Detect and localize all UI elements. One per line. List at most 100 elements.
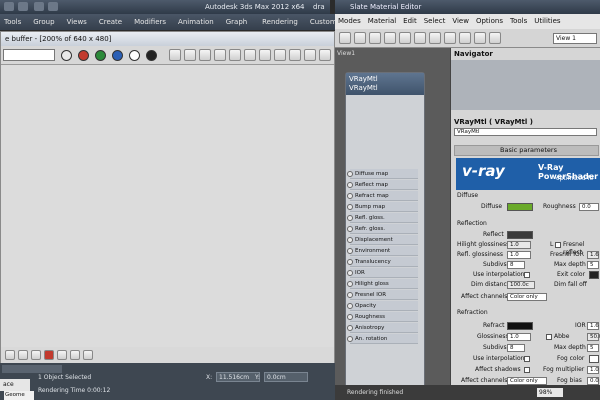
open-icon[interactable] [48, 2, 58, 11]
fog-color-swatch[interactable] [589, 355, 599, 363]
menu-modifiers[interactable]: Modifiers [134, 14, 166, 30]
zoom-field[interactable]: 98% [537, 388, 563, 397]
slot-socket[interactable] [347, 259, 353, 265]
slot-socket[interactable] [347, 182, 353, 188]
slate-menu-utilities[interactable]: Utilities [534, 14, 560, 29]
slot-socket[interactable] [347, 215, 353, 221]
exit-color-swatch[interactable] [589, 271, 599, 279]
slot-translucency[interactable]: Translucency [347, 257, 418, 267]
copy-image-icon[interactable] [184, 49, 196, 61]
slot-socket[interactable] [347, 248, 353, 254]
refr-max-depth-field[interactable]: 5 [587, 344, 599, 352]
clone-window-icon[interactable] [199, 49, 211, 61]
slot-socket[interactable] [347, 270, 353, 276]
delete-icon[interactable] [369, 32, 381, 44]
slot-socket[interactable] [347, 292, 353, 298]
view-dropdown[interactable]: View 1 [553, 33, 597, 44]
slot-socket[interactable] [347, 226, 353, 232]
lens-effects-icon[interactable] [259, 49, 271, 61]
menu-views[interactable]: Views [67, 14, 87, 30]
refr-use-interpolation-checkbox[interactable] [524, 356, 530, 362]
slate-menu-options[interactable]: Options [476, 14, 503, 29]
layout-all-icon[interactable] [429, 32, 441, 44]
fresnel-checkbox[interactable] [555, 242, 561, 248]
vraymtl-node[interactable]: VRayMtl VRayMtl Diffuse map Reflect map … [345, 72, 425, 392]
maxscript-listener[interactable]: ace [0, 379, 30, 391]
use-interpolation-checkbox[interactable] [524, 272, 530, 278]
stop-icon[interactable] [5, 350, 15, 360]
abbe-field[interactable]: 50.0 [587, 333, 600, 341]
pixel-info-icon[interactable] [304, 49, 316, 61]
assign-material-icon[interactable] [354, 32, 366, 44]
undo-icon[interactable] [4, 2, 14, 11]
menu-group[interactable]: Group [33, 14, 54, 30]
menu-create[interactable]: Create [99, 14, 122, 30]
menu-rendering[interactable]: Rendering [262, 14, 298, 30]
save-icon[interactable] [34, 2, 44, 11]
slate-menu-tools[interactable]: Tools [510, 14, 527, 29]
lock-icon[interactable] [31, 350, 41, 360]
slot-opacity[interactable]: Opacity [347, 301, 418, 311]
hilight-glossiness-field[interactable]: 1.0 [507, 241, 531, 249]
fog-multiplier-field[interactable]: 1.0 [587, 366, 599, 374]
coord-x-field[interactable]: 11.516cm [216, 372, 260, 382]
ior-field[interactable]: 1.6 [587, 322, 599, 330]
mono-channel-icon[interactable] [146, 50, 157, 61]
dim-distance-field[interactable]: 100.0c [507, 281, 535, 289]
lut-icon[interactable] [289, 49, 301, 61]
slot-socket[interactable] [347, 281, 353, 287]
refr-subdivs-field[interactable]: 8 [507, 344, 525, 352]
slot-socket[interactable] [347, 171, 353, 177]
menu-tools[interactable]: Tools [4, 14, 21, 30]
timeline-slider[interactable] [2, 365, 62, 373]
refract-color-swatch[interactable] [507, 322, 533, 330]
track-mouse-icon[interactable] [244, 49, 256, 61]
color-correction-icon[interactable] [274, 49, 286, 61]
region-render-icon[interactable] [229, 49, 241, 61]
material-name-field[interactable]: VRayMtl [454, 128, 597, 136]
slot-displacement[interactable]: Displacement [347, 235, 418, 245]
blue-channel-icon[interactable] [112, 50, 123, 61]
red-channel-icon[interactable] [78, 50, 89, 61]
abbe-checkbox[interactable] [546, 334, 552, 340]
fog-bias-field[interactable]: 0.0 [587, 377, 599, 385]
red-stop-icon[interactable] [44, 350, 54, 360]
slot-socket[interactable] [347, 193, 353, 199]
slot-refract-map[interactable]: Refract map [347, 191, 418, 201]
subdivs-field[interactable]: 8 [507, 261, 525, 269]
clear-image-icon[interactable] [214, 49, 226, 61]
slot-an-rotation[interactable]: An. rotation [347, 334, 418, 344]
glossiness-field[interactable]: 1.0 [507, 333, 531, 341]
menu-graph-editors[interactable]: Graph Editors [226, 14, 250, 42]
slot-socket[interactable] [347, 237, 353, 243]
slate-menu-select[interactable]: Select [424, 14, 446, 29]
slot-refl-gloss[interactable]: Refl. gloss. [347, 213, 418, 223]
slate-menu-view[interactable]: View [452, 14, 469, 29]
roughness-field[interactable]: 0.0 [579, 203, 599, 211]
fresnel-ior-field[interactable]: 1.6 [587, 251, 599, 259]
slot-fresnel-ior[interactable]: Fresnel IOR [347, 290, 418, 300]
refl-glossiness-field[interactable]: 1.0 [507, 251, 531, 259]
material-preview-swatch[interactable] [349, 97, 421, 165]
redo-icon[interactable] [18, 2, 28, 11]
slot-environment[interactable]: Environment [347, 246, 418, 256]
render-preview-area[interactable] [1, 66, 334, 366]
select-by-material-icon[interactable] [489, 32, 501, 44]
coord-y-field[interactable]: 0.0cm [264, 372, 308, 382]
render-channel-dropdown[interactable] [3, 49, 55, 61]
slot-hilight-gloss[interactable]: Hilight gloss [347, 279, 418, 289]
slate-menu-material[interactable]: Material [368, 14, 396, 29]
alpha-channel-icon[interactable] [129, 50, 140, 61]
show-map-icon[interactable] [399, 32, 411, 44]
show-background-icon[interactable] [414, 32, 426, 44]
slot-socket[interactable] [347, 314, 353, 320]
slot-socket[interactable] [347, 325, 353, 331]
info-icon[interactable] [70, 350, 80, 360]
reflect-color-swatch[interactable] [507, 231, 533, 239]
slot-roughness[interactable]: Roughness [347, 312, 418, 322]
slot-diffuse-map[interactable]: Diffuse map [347, 169, 418, 179]
diffuse-color-swatch[interactable] [507, 203, 533, 211]
slot-socket[interactable] [347, 303, 353, 309]
move-children-icon[interactable] [384, 32, 396, 44]
maxscript-field[interactable]: Geome [4, 391, 34, 400]
